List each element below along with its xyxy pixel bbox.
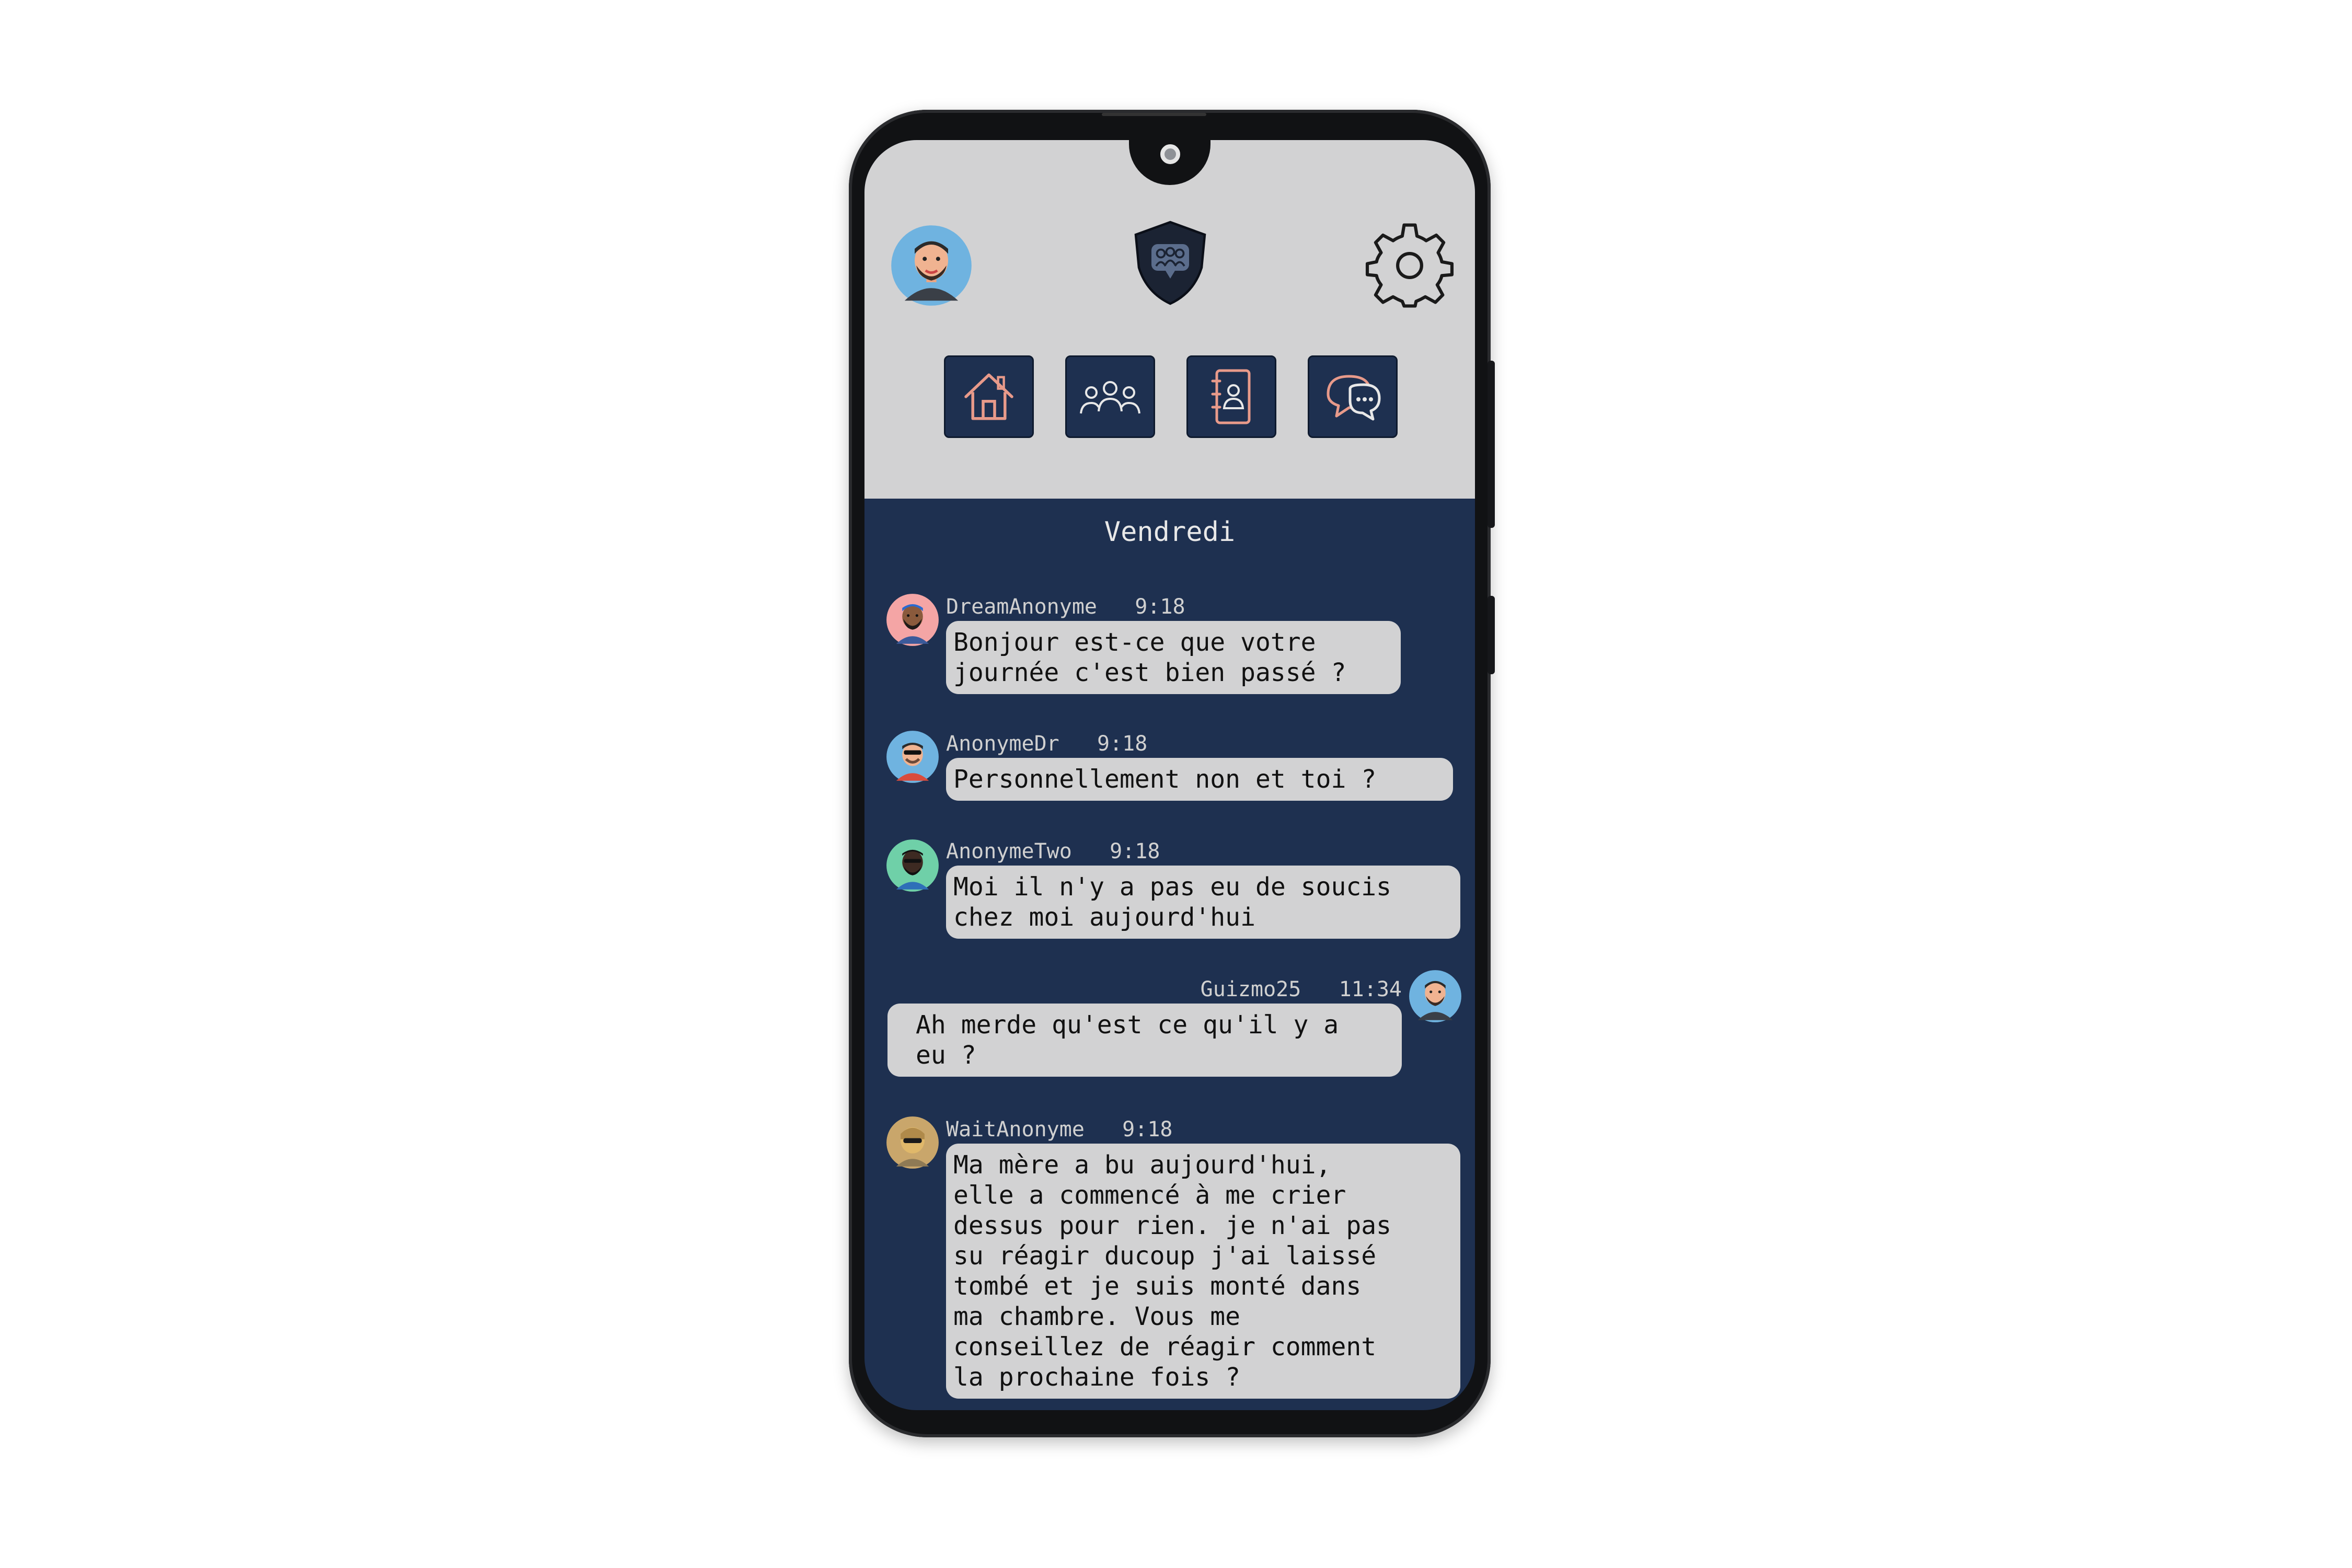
home-icon [964,373,1013,420]
contacts-icon [1211,369,1251,424]
avatar[interactable] [885,1115,940,1170]
day-separator: Vendredi [1104,516,1236,548]
message-time: 9:18 [1097,732,1148,756]
message-time: 9:18 [1122,1117,1173,1142]
message-item: AnonymeTwo 9:18 Moi il n'y a pas eu de s… [946,839,1460,939]
message-time: 9:18 [1110,839,1160,863]
nav-chat-button[interactable] [1308,355,1398,438]
message-meta: AnonymeTwo 9:18 [946,839,1460,863]
gear-icon[interactable] [1364,220,1456,312]
nav-groups-button[interactable] [1065,355,1155,438]
message-time: 11:34 [1339,977,1402,1001]
message-bubble[interactable]: Bonjour est-ce que votre journée c'est b… [946,621,1401,694]
app-header [864,140,1475,499]
message-bubble[interactable]: Ah merde qu'est ce qu'il y a eu ? [887,1004,1402,1077]
phone-frame: Vendredi DreamAnonyme 9:18 Bonjour est-c… [849,110,1495,1437]
message-bubble[interactable]: Ma mère a bu aujourd'hui, elle a commenc… [946,1144,1460,1399]
nav-home-button[interactable] [944,355,1034,438]
chat-icon [1327,375,1381,421]
message-time: 9:18 [1135,595,1185,619]
message-bubble[interactable]: Moi il n'y a pas eu de soucis chez moi a… [946,866,1460,939]
message-username: WaitAnonyme [946,1117,1085,1142]
front-camera [1160,144,1180,164]
volume-button [1488,596,1495,674]
main-nav [944,355,1398,438]
shield-chat-logo [1134,221,1206,305]
nav-contacts-button[interactable] [1186,355,1276,438]
message-item: DreamAnonyme 9:18 Bonjour est-ce que vot… [946,595,1401,694]
message-username: AnonymeTwo [946,839,1072,863]
avatar[interactable] [885,593,940,647]
message-username: Guizmo25 [1200,977,1301,1001]
power-button [1488,361,1495,528]
message-meta: Guizmo25 11:34 [887,977,1402,1001]
message-username: AnonymeDr [946,732,1059,756]
message-meta: DreamAnonyme 9:18 [946,595,1401,619]
message-bubble[interactable]: Personnellement non et toi ? [946,758,1453,801]
earpiece-speaker [1102,113,1206,116]
profile-avatar[interactable] [890,224,973,307]
group-icon [1080,381,1140,414]
message-username: DreamAnonyme [946,595,1097,619]
avatar[interactable] [885,838,940,893]
app-screen: Vendredi DreamAnonyme 9:18 Bonjour est-c… [864,140,1475,1410]
message-meta: WaitAnonyme 9:18 [946,1117,1460,1142]
message-meta: AnonymeDr 9:18 [946,732,1453,756]
avatar[interactable] [885,730,940,784]
avatar[interactable] [1408,969,1462,1023]
message-item: AnonymeDr 9:18 Personnellement non et to… [946,732,1453,801]
message-item: WaitAnonyme 9:18 Ma mère a bu aujourd'hu… [946,1117,1460,1399]
message-item-own: Guizmo25 11:34 Ah merde qu'est ce qu'il … [887,977,1402,1077]
